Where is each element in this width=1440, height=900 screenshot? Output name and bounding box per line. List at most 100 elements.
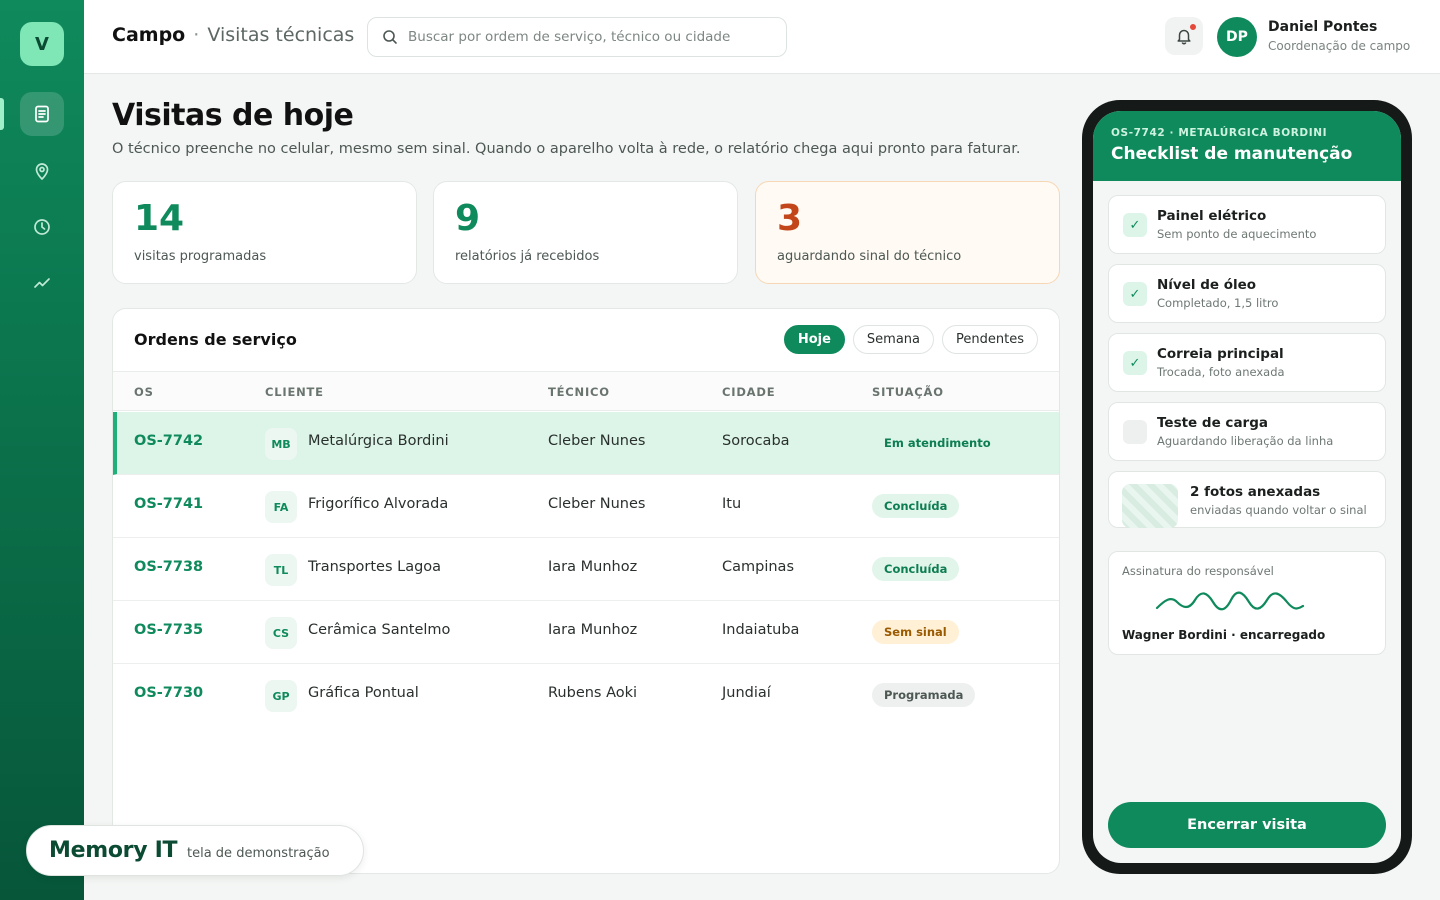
filter-chips: Hoje Semana Pendentes (783, 325, 1038, 354)
client-initials: CS (265, 617, 297, 649)
city: Sorocaba (722, 433, 790, 449)
page-title: Visitas de hoje (112, 98, 354, 133)
breadcrumb-separator: · (193, 24, 200, 46)
filter-semana[interactable]: Semana (852, 325, 935, 354)
signature-scribble (1155, 591, 1305, 611)
signature-label: Assinatura do responsável (1122, 564, 1274, 578)
client-initials: TL (265, 554, 297, 586)
checklist-subtitle: Sem ponto de aquecimento (1157, 227, 1317, 241)
filter-pendentes[interactable]: Pendentes (942, 325, 1038, 354)
status-badge: Programada (872, 683, 976, 707)
app-logo[interactable]: V (20, 22, 64, 66)
photos-subtitle: enviadas quando voltar o sinal (1190, 503, 1367, 517)
os-number[interactable]: OS-7741 (134, 496, 203, 512)
column-header-situacao[interactable]: SITUAÇÃO (872, 385, 944, 399)
checklist-subtitle: Trocada, foto anexada (1157, 365, 1285, 379)
os-number[interactable]: OS-7738 (134, 559, 203, 575)
technician: Iara Munhoz (548, 559, 638, 575)
client-name: Gráfica Pontual (308, 685, 419, 701)
checkbox-checked[interactable]: ✓ (1123, 213, 1147, 237)
checklist-item-painel[interactable]: ✓ Painel elétrico Sem ponto de aquecimen… (1108, 195, 1386, 254)
photo-thumbnail[interactable] (1122, 484, 1178, 528)
city: Itu (722, 496, 742, 512)
client-initials: GP (265, 680, 297, 712)
photos-title: 2 fotos anexadas (1190, 484, 1321, 500)
map-pin-icon (35, 163, 49, 181)
end-visit-button[interactable]: Encerrar visita (1108, 802, 1386, 848)
page-subtitle: O técnico preenche no celular, mesmo sem… (112, 141, 1021, 157)
column-header-tecnico[interactable]: TÉCNICO (548, 385, 610, 399)
notification-dot (1189, 23, 1197, 31)
stat-card-aguardando: 3 aguardando sinal do técnico (755, 181, 1060, 284)
search-box[interactable] (367, 17, 787, 57)
column-header-cidade[interactable]: CIDADE (722, 385, 775, 399)
nav-active-indicator (0, 98, 4, 130)
phone-title: Checklist de manutenção (1111, 144, 1353, 164)
checklist-title: Nível de óleo (1157, 277, 1257, 293)
photos-attached-card[interactable]: 2 fotos anexadas enviadas quando voltar … (1108, 471, 1386, 528)
filter-hoje[interactable]: Hoje (783, 325, 845, 354)
checkbox-unchecked[interactable] (1123, 420, 1147, 444)
stat-card-recebidos: 9 relatórios já recebidos (433, 181, 738, 284)
stat-card-programadas: 14 visitas programadas (112, 181, 417, 284)
user-role: Coordenação de campo (1268, 39, 1411, 53)
checklist-item-teste[interactable]: Teste de carga Aguardando liberação da l… (1108, 402, 1386, 461)
section-name: Visitas técnicas (207, 24, 355, 46)
orders-table-card: Ordens de serviço Hoje Semana Pendentes … (112, 308, 1060, 874)
os-number[interactable]: OS-7742 (134, 433, 203, 449)
technician: Cleber Nunes (548, 433, 646, 449)
phone-order-kicker: OS-7742 · METALÚRGICA BORDINI (1111, 127, 1328, 139)
clock-icon (34, 219, 50, 235)
client-name: Metalúrgica Bordini (308, 433, 449, 449)
avatar[interactable]: DP (1217, 17, 1257, 57)
os-number[interactable]: OS-7730 (134, 685, 203, 701)
column-header-cliente[interactable]: CLIENTE (265, 385, 324, 399)
stat-label: visitas programadas (134, 249, 267, 264)
client-initials: FA (265, 491, 297, 523)
nav-item-visitas[interactable] (20, 92, 64, 136)
table-row[interactable]: OS-7742 MB Metalúrgica Bordini Cleber Nu… (113, 412, 1059, 475)
top-header: Campo · Visitas técnicas DP Daniel Ponte… (84, 0, 1440, 74)
table-row[interactable]: OS-7735 CS Cerâmica Santelmo Iara Munhoz… (113, 601, 1059, 664)
watermark-text: tela de demonstração (187, 846, 330, 861)
sidebar: V (0, 0, 84, 900)
notifications-button[interactable] (1165, 17, 1203, 55)
document-icon (35, 105, 49, 123)
checklist-title: Painel elétrico (1157, 208, 1267, 224)
status-badge: Concluída (872, 494, 960, 518)
signature-card[interactable]: Assinatura do responsável Wagner Bordini… (1108, 551, 1386, 655)
watermark-logo: Memory IT (49, 838, 178, 863)
table-row[interactable]: OS-7738 TL Transportes Lagoa Iara Munhoz… (113, 538, 1059, 601)
checklist-title: Teste de carga (1157, 415, 1268, 431)
city: Indaiatuba (722, 622, 800, 638)
checklist-item-oleo[interactable]: ✓ Nível de óleo Completado, 1,5 litro (1108, 264, 1386, 323)
breadcrumb: Campo · Visitas técnicas (112, 24, 354, 46)
column-header-os[interactable]: OS (134, 385, 154, 399)
client-name: Transportes Lagoa (308, 559, 442, 575)
trend-icon (34, 278, 50, 288)
os-number[interactable]: OS-7735 (134, 622, 203, 638)
stat-value: 9 (455, 198, 481, 239)
stat-value: 3 (777, 198, 803, 239)
user-name: Daniel Pontes (1268, 19, 1378, 35)
table-header: OS CLIENTE TÉCNICO CIDADE SITUAÇÃO (113, 371, 1059, 411)
checklist-subtitle: Completado, 1,5 litro (1157, 296, 1279, 310)
client-name: Frigorífico Alvorada (308, 496, 449, 512)
nav-item-historico[interactable] (20, 205, 64, 249)
checkbox-checked[interactable]: ✓ (1123, 351, 1147, 375)
signature-name: Wagner Bordini · encarregado (1122, 628, 1326, 642)
checkbox-checked[interactable]: ✓ (1123, 282, 1147, 306)
phone-header: OS-7742 · METALÚRGICA BORDINI Checklist … (1093, 111, 1401, 181)
phone-screen: OS-7742 · METALÚRGICA BORDINI Checklist … (1093, 111, 1401, 863)
search-input[interactable] (408, 29, 778, 45)
nav-item-relatorios[interactable] (20, 261, 64, 305)
table-row[interactable]: OS-7730 GP Gráfica Pontual Rubens Aoki J… (113, 664, 1059, 727)
technician: Rubens Aoki (548, 685, 638, 701)
city: Jundiaí (722, 685, 771, 701)
search-icon (383, 30, 397, 44)
phone-mockup: OS-7742 · METALÚRGICA BORDINI Checklist … (1082, 100, 1412, 874)
checklist-item-correia[interactable]: ✓ Correia principal Trocada, foto anexad… (1108, 333, 1386, 392)
nav-item-mapa[interactable] (20, 149, 64, 193)
status-badge: Em atendimento (884, 436, 991, 450)
table-row[interactable]: OS-7741 FA Frigorífico Alvorada Cleber N… (113, 475, 1059, 538)
